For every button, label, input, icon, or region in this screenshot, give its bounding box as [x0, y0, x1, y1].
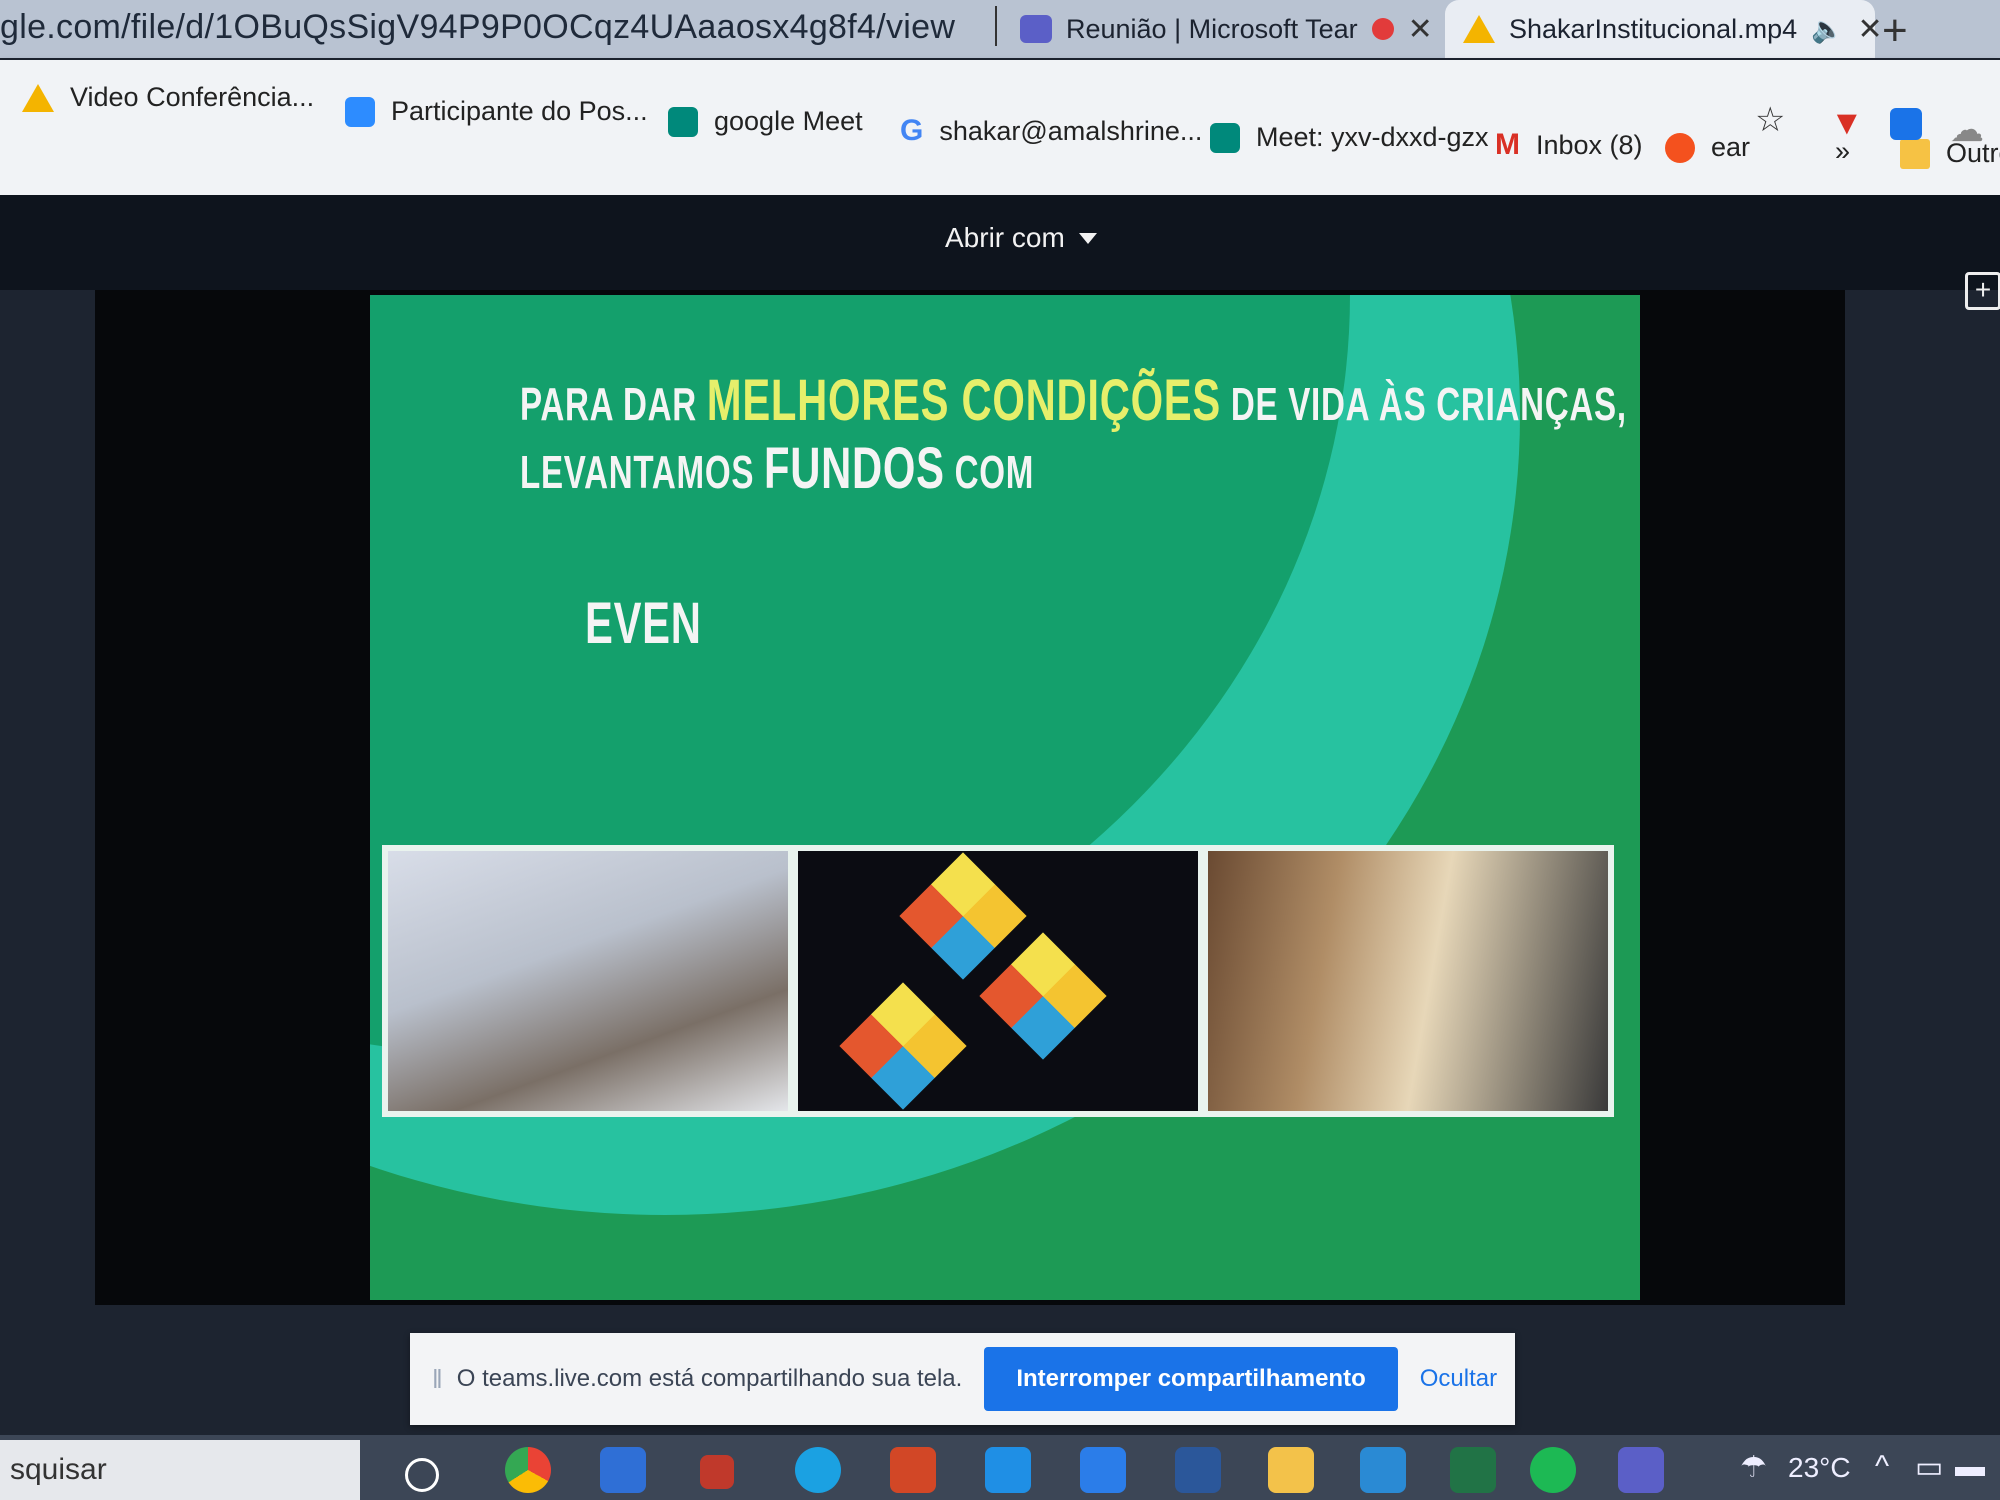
app-icon[interactable] — [985, 1447, 1031, 1493]
close-tab-icon[interactable]: ✕ — [1858, 12, 1883, 47]
extension-icon[interactable] — [1890, 108, 1922, 140]
video-frame-slide: Para dar melhores condições de vida às c… — [370, 295, 1640, 1300]
weather-icon[interactable]: ☂ — [1740, 1450, 1767, 1485]
bookmark-participante[interactable]: Participante do Pos... — [345, 96, 648, 127]
bookmark-inbox[interactable]: M Inbox (8) — [1495, 128, 1643, 162]
tab-label: ShakarInstitucional.mp4 — [1509, 13, 1798, 44]
chevron-up-icon[interactable]: ^ — [1875, 1450, 1889, 1484]
orange-circle-icon — [1665, 132, 1695, 163]
recording-icon — [1371, 18, 1394, 40]
hide-link[interactable]: Ocultar — [1420, 1365, 1497, 1393]
bookmark-label: Meet: yxv-dxxd-gzx — [1256, 122, 1489, 152]
gift-icon[interactable] — [700, 1455, 734, 1489]
add-comment-icon[interactable]: + — [1965, 272, 2000, 310]
spotify-icon[interactable] — [1530, 1447, 1576, 1493]
bookmark-label: ear — [1711, 132, 1751, 162]
pause-icon: ‖ — [432, 1363, 443, 1394]
star-icon[interactable]: ☆ — [1755, 100, 1785, 140]
slide-photo-strip — [382, 845, 1614, 1117]
bookmark-label: google Meet — [714, 106, 863, 136]
bookmark-label: shakar@amalshrine... — [939, 115, 1203, 146]
bookmark-label: Video Conferência... — [70, 82, 315, 112]
address-bar[interactable]: gle.com/file/d/1OBuQsSigV94P9P0OCqz4UAaa… — [0, 8, 955, 47]
taskbar-search[interactable]: squisar — [0, 1440, 360, 1500]
battery-icon[interactable]: ▬ — [1955, 1450, 1985, 1484]
store-icon[interactable] — [600, 1447, 646, 1493]
network-icon[interactable]: ▭ — [1915, 1450, 1943, 1485]
bookmark-google-meet[interactable]: google Meet — [668, 106, 863, 137]
lantern-image — [979, 932, 1107, 1060]
google-meet-icon — [1210, 122, 1240, 153]
new-tab-button[interactable]: + — [1882, 6, 1908, 56]
media-player-icon[interactable] — [1080, 1447, 1126, 1493]
open-with-button[interactable]: Abrir com — [945, 222, 1097, 254]
bookmark-ear[interactable]: ear — [1665, 132, 1750, 163]
extension-icon[interactable]: ▼ — [1830, 104, 1864, 143]
photo-lanterns — [798, 851, 1198, 1111]
chevron-down-icon — [1078, 232, 1097, 244]
screen-share-bar: ‖ O teams.live.com está compartilhando s… — [410, 1333, 1515, 1425]
bookmark-video-conferencia[interactable]: Video Conferência... — [22, 82, 314, 113]
google-icon: G — [900, 114, 924, 147]
bookmark-label: Inbox (8) — [1536, 129, 1643, 160]
gmail-icon: M — [1495, 128, 1520, 161]
tab-shakar-video[interactable]: ShakarInstitucional.mp4 🔈 ✕ — [1445, 0, 1883, 58]
teams-icon[interactable] — [1618, 1447, 1664, 1493]
edge-icon[interactable] — [795, 1447, 841, 1493]
slide-line-3: Even — [585, 591, 702, 656]
powerpoint-icon[interactable] — [890, 1447, 936, 1493]
teams-icon — [1020, 15, 1052, 43]
speaker-icon[interactable]: 🔈 — [1811, 14, 1843, 45]
slide-line-2: levantamos fundos com — [520, 436, 1035, 501]
chrome-icon[interactable] — [505, 1447, 551, 1493]
word-icon[interactable] — [1175, 1447, 1221, 1493]
tab-label: Reunião | Microsoft Tear — [1066, 13, 1358, 44]
photo-kitchen — [388, 851, 788, 1111]
google-meet-icon — [668, 106, 698, 137]
cortana-icon[interactable] — [405, 1458, 439, 1492]
photo-food-table — [1208, 851, 1608, 1111]
share-message: O teams.live.com está compartilhando sua… — [456, 1365, 963, 1392]
google-drive-icon — [1463, 15, 1495, 43]
cloud-icon[interactable]: ☁ — [1950, 110, 1984, 150]
open-with-label: Abrir com — [945, 222, 1065, 253]
bookmarks-bar: Video Conferência... Participante do Pos… — [0, 60, 2000, 195]
bookmark-label: Participante do Pos... — [391, 96, 648, 126]
tab-teams[interactable]: Reunião | Microsoft Tear ✕ — [1020, 0, 1440, 58]
tab-separator — [995, 6, 997, 46]
zoom-icon — [345, 96, 375, 127]
folder-icon — [1900, 138, 1930, 169]
weather-temperature[interactable]: 23°C — [1788, 1452, 1851, 1484]
excel-icon[interactable] — [1450, 1447, 1496, 1493]
stop-sharing-button[interactable]: Interromper compartilhamento — [984, 1347, 1398, 1411]
file-explorer-icon[interactable] — [1268, 1447, 1314, 1493]
close-tab-icon[interactable]: ✕ — [1408, 12, 1433, 47]
google-drive-icon — [22, 83, 54, 112]
bookmark-shakar-email[interactable]: G shakar@amalshrine... — [900, 114, 1202, 148]
bookmark-meet-code[interactable]: Meet: yxv-dxxd-gzx — [1210, 122, 1489, 153]
mail-icon[interactable] — [1360, 1447, 1406, 1493]
lantern-image — [839, 982, 967, 1110]
lantern-image — [899, 852, 1027, 980]
slide-line-1: Para dar melhores condições de vida às c… — [520, 368, 1627, 433]
tab-strip: gle.com/file/d/1OBuQsSigV94P9P0OCqz4UAaa… — [0, 0, 2000, 58]
